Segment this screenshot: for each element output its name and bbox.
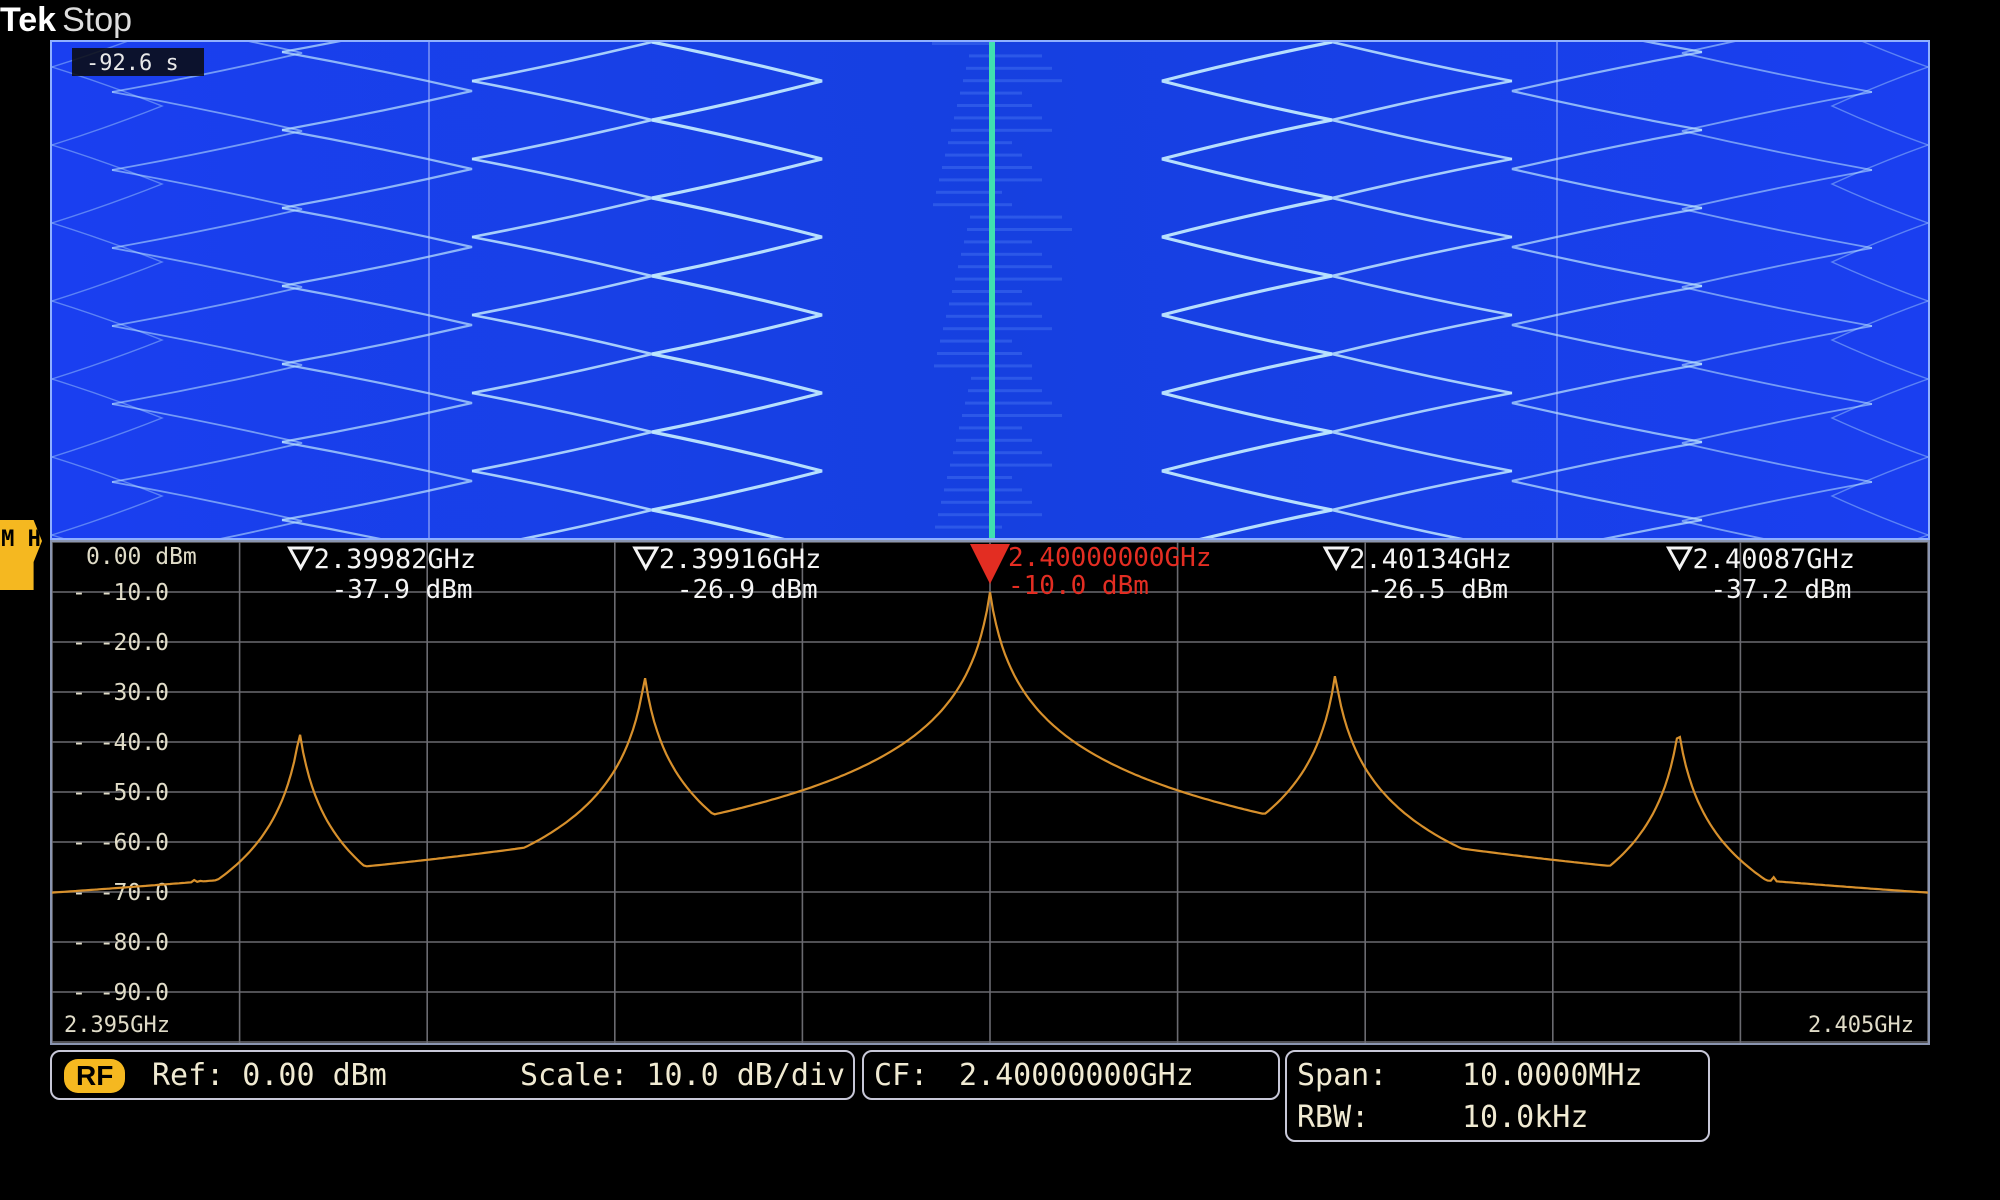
marker-2-frequency: 2.39916GHz [659,544,822,575]
waterfall-noise-0 [932,42,992,45]
y-tick-label-0: 0.00 dBm [86,544,197,570]
y-tick-label-3: - -30.0 [72,680,169,706]
rbw-label: RBW: [1297,1100,1370,1135]
waterfall-noise-20 [952,290,1022,293]
waterfall-noise-29 [965,401,1052,405]
reference-level: Ref: 0.00 dBm [152,1058,387,1093]
y-tick-label-5: - -50.0 [72,780,169,806]
waterfall-noise-35 [947,476,1012,479]
marker-3-triangle-icon [970,544,1010,584]
rf-badge[interactable]: RF [64,1059,126,1093]
marker-3-level: -10.0 dBm [1008,571,1149,601]
waterfall-noise-14 [970,215,1062,219]
span-value: 10.0000MHz [1462,1058,1643,1093]
marker-4-triangle-icon [1322,546,1350,572]
waterfall-noise-9 [945,153,1022,157]
y-tick-label-9: - -90.0 [72,980,169,1006]
marker-3-frequency: 2.40000000GHz [1008,543,1212,573]
waterfall-noise-30 [962,414,1062,417]
y-tick-label-6: - -60.0 [72,830,169,856]
spectrum-display: 0.00 dBm - -10.0 - -20.0 - -30.0 - -40.0 - -5… [51,541,1929,1043]
waterfall-noise-28 [968,389,1042,393]
y-tick-label-1: - -10.0 [72,580,169,606]
waterfall-noise-18 [958,265,1052,269]
waterfall-noise-2 [966,66,1052,70]
rbw-value: 10.0kHz [1462,1100,1589,1135]
waterfall-noise-8 [948,141,1012,145]
marker-4[interactable]: 2.40134GHz-26.5 dBm [1322,544,1512,605]
marker-1-level: -37.9 dBm [332,575,473,605]
y-tick-label-4: - -40.0 [72,730,169,756]
waterfall-noise-6 [954,116,1042,120]
waterfall-noise-13 [933,203,1012,207]
waterfall-noise-26 [934,364,1032,368]
waterfall-panel[interactable]: -92.6 s [50,0,1930,692]
waterfall-noise-33 [953,451,1042,455]
waterfall-noise-10 [942,166,1032,169]
vertical-scale: Scale: 10.0 dB/div [520,1058,846,1093]
acquisition-state: Stop [62,1,133,39]
x-start-label: 2.395GHz [64,1013,170,1038]
waterfall-noise-34 [950,463,1052,467]
waterfall-display: -92.6 s [51,0,1929,692]
marker-side-tab[interactable]: M H [0,520,42,590]
waterfall-noise-17 [961,252,1042,256]
cf-value: 2.40000000GHz [959,1058,1194,1093]
marker-1-frequency: 2.39982GHz [314,544,477,575]
center-frequency-line [989,42,995,538]
waterfall-noise-19 [955,277,1062,281]
marker-2[interactable]: 2.39916GHz-26.9 dBm [632,544,822,605]
span-rbw-box[interactable]: Span: 10.0000MHz RBW: 10.0kHz [1285,1050,1710,1142]
waterfall-noise-37 [941,500,1032,504]
waterfall-noise-27 [971,376,1032,380]
waterfall-noise-15 [967,228,1072,231]
waterfall-noise-1 [969,54,1042,58]
x-end-label: 2.405GHz [1808,1013,1914,1038]
y-tick-label-7: - -70.0 [72,880,169,906]
marker-5-triangle-icon [1665,546,1694,572]
marker-5[interactable]: 2.40087GHz-37.2 dBm [1665,544,1855,605]
marker-1[interactable]: 2.39982GHz-37.9 dBm [287,544,477,605]
spectrum-panel[interactable]: 0.00 dBm - -10.0 - -20.0 - -30.0 - -40.0 - -5… [50,540,1930,1045]
marker-2-level: -26.9 dBm [677,575,818,605]
reference-settings-box[interactable]: RF Ref: 0.00 dBm Scale: 10.0 dB/div [50,1050,855,1100]
waterfall-noise-7 [951,128,1052,132]
marker-4-frequency: 2.40134GHz [1349,544,1512,575]
waterfall-noise-16 [964,240,1032,244]
span-label: Span: [1297,1058,1388,1093]
brand-label: Tek Stop [0,1,133,39]
waterfall-noise-25 [937,352,1022,355]
y-tick-label-2: - -20.0 [72,630,169,656]
waterfall-noise-3 [963,79,1062,83]
marker-2-triangle-icon [632,546,660,572]
marker-5-frequency: 2.40087GHz [1692,544,1855,575]
waterfall-noise-23 [943,327,1052,331]
waterfall-noise-36 [944,488,1022,492]
y-tick-label-8: - -80.0 [72,930,169,956]
center-frequency-box[interactable]: CF: 2.40000000GHz [862,1050,1280,1100]
waterfall-noise-24 [940,339,1012,343]
marker-4-level: -26.5 dBm [1367,575,1508,605]
waterfall-readout: -92.6 s [86,51,179,76]
marker-1-triangle-icon [287,546,315,572]
marker-5-level: -37.2 dBm [1710,575,1851,605]
cf-label: CF: [874,1058,929,1093]
